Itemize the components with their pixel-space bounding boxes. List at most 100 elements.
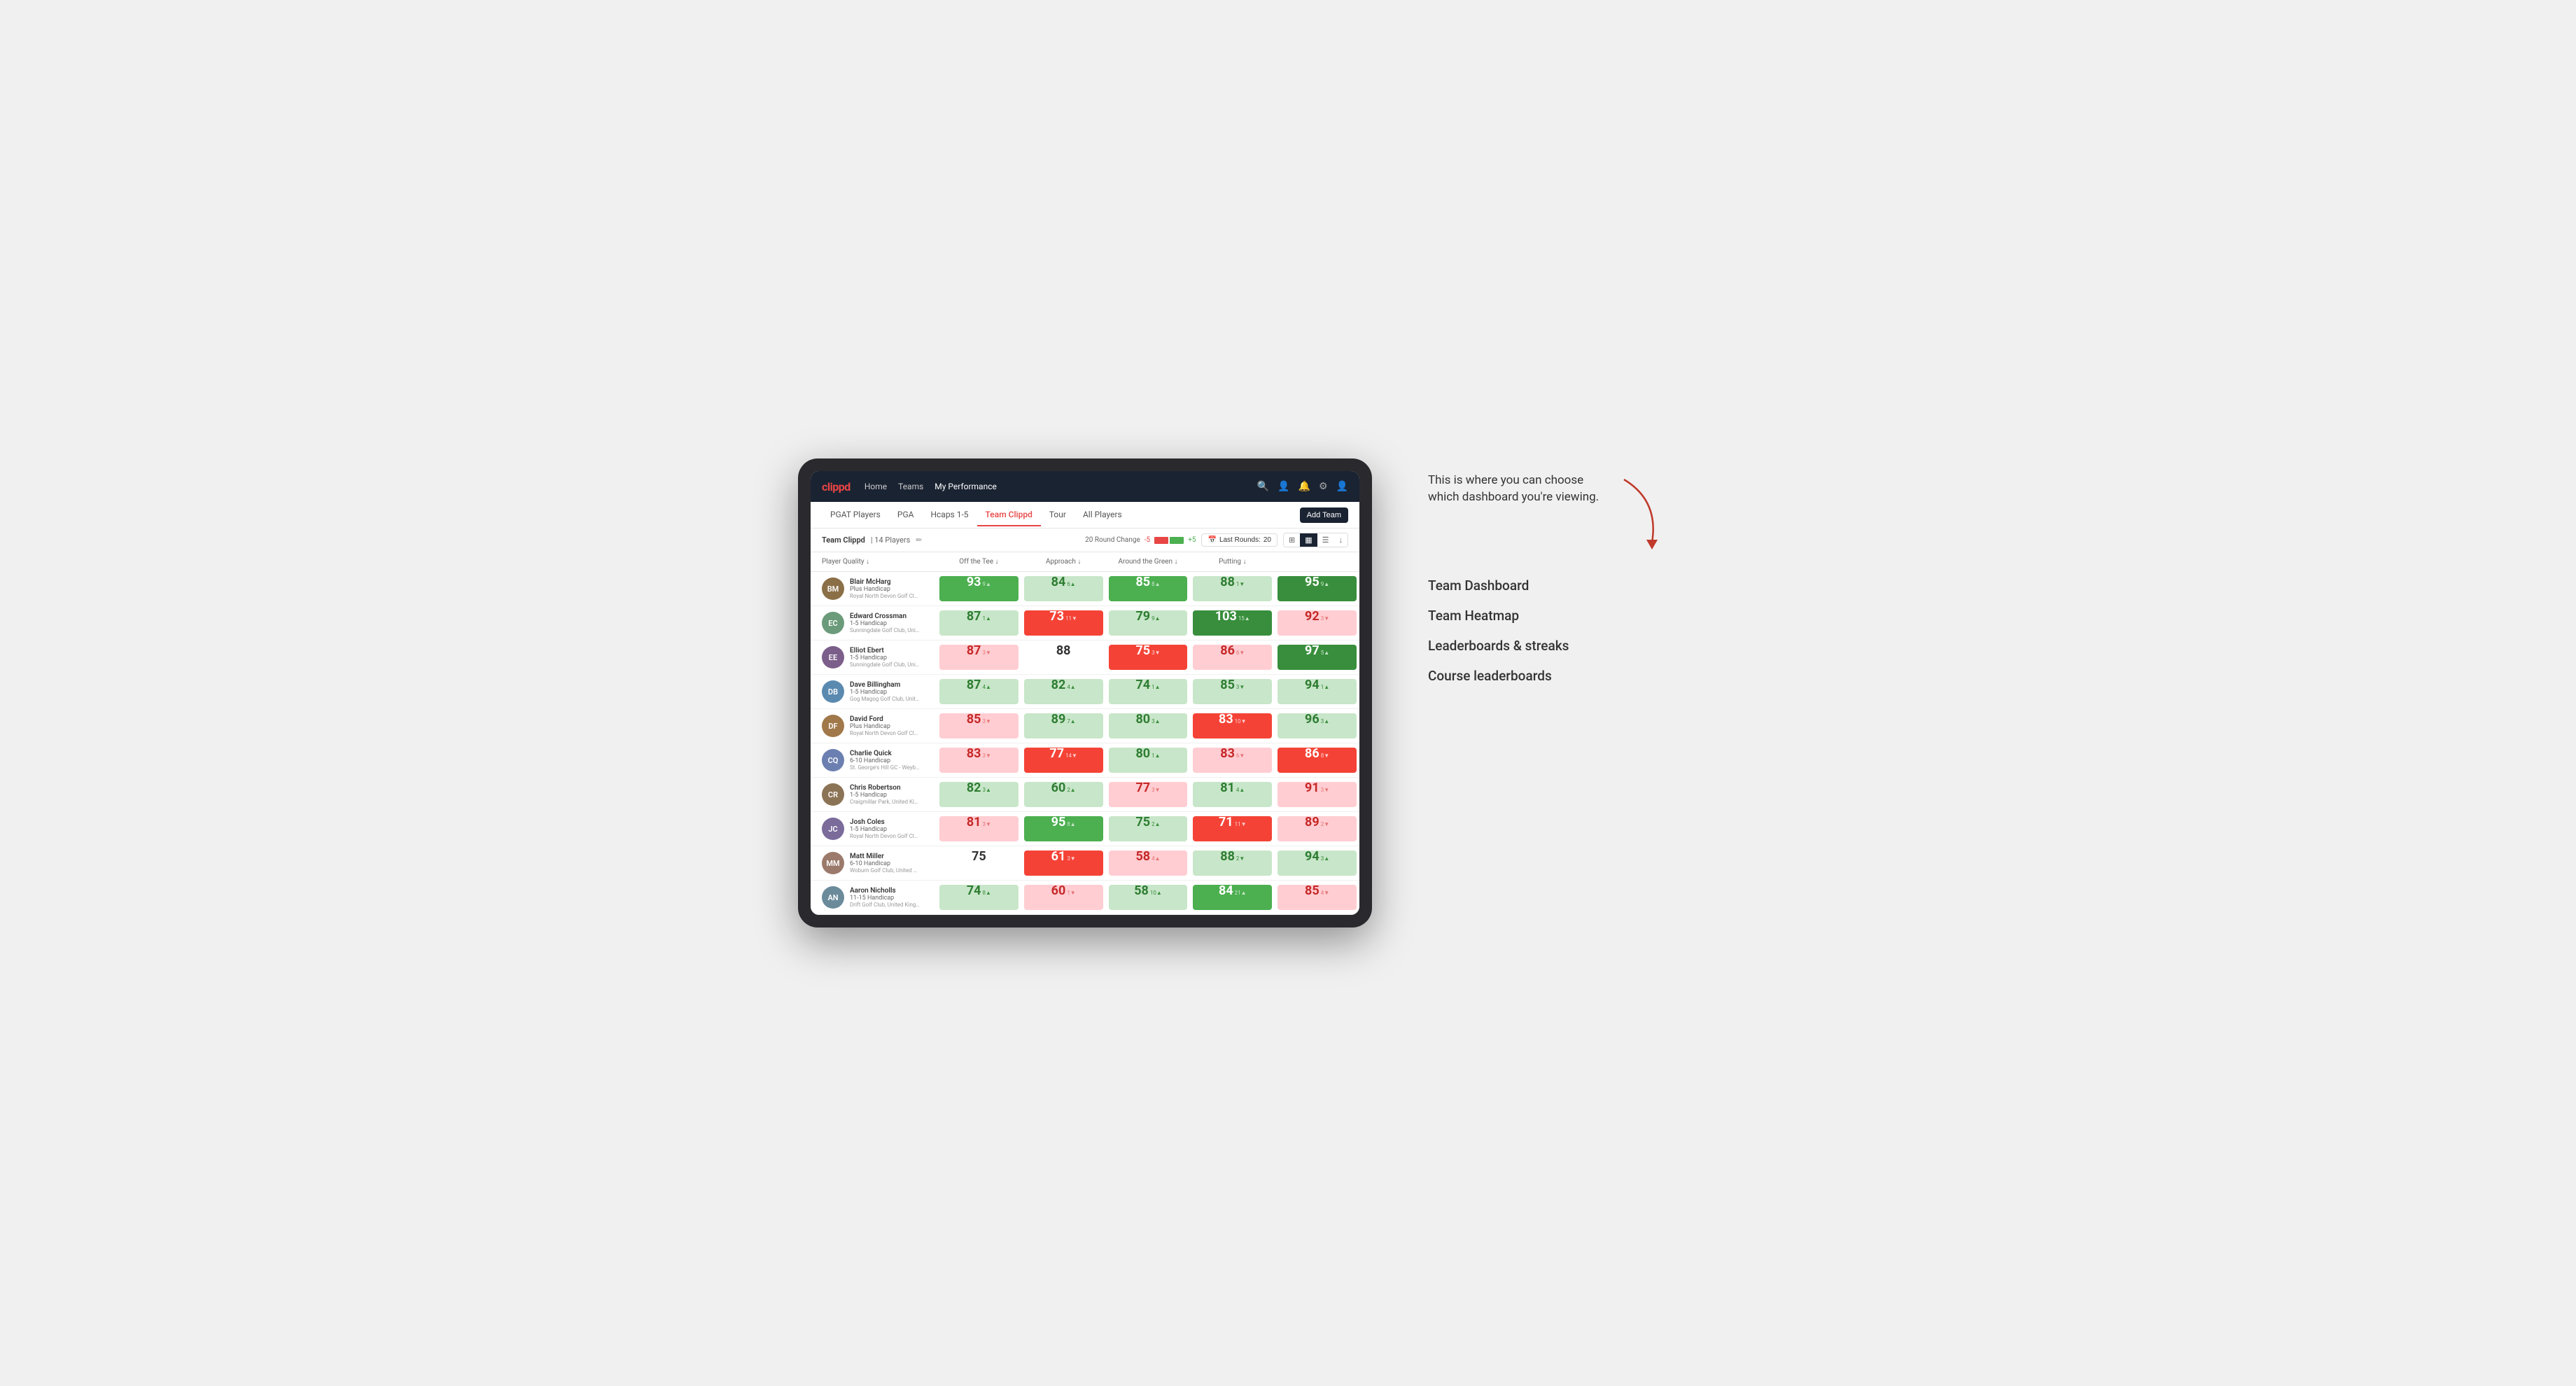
settings-icon[interactable]: ⚙: [1319, 481, 1328, 492]
col-putting[interactable]: Putting ↓: [1190, 555, 1275, 568]
player-club: Royal North Devon Golf Club, United King…: [850, 730, 920, 736]
player-handicap: 1-5 Handicap: [850, 826, 920, 833]
score-change: 3▲: [983, 787, 991, 793]
nav-home[interactable]: Home: [864, 479, 887, 494]
score-change: 3▲: [1321, 718, 1329, 724]
score-main: 85: [1305, 885, 1320, 897]
score-main: 60: [1051, 782, 1066, 794]
player-club: Gog Magog Golf Club, United Kingdom: [850, 696, 920, 702]
score-main: 79: [1135, 610, 1150, 623]
table-row: JCJosh Coles1-5 HandicapRoyal North Devo…: [811, 812, 1359, 846]
player-cell[interactable]: ANAaron Nicholls11-15 HandicapDrift Golf…: [811, 882, 937, 913]
nav-my-performance[interactable]: My Performance: [934, 479, 997, 494]
player-handicap: 6-10 Handicap: [850, 860, 920, 867]
score-main: 93: [967, 576, 981, 589]
score-change: 2▼: [1321, 821, 1329, 827]
player-info: Matt Miller6-10 HandicapWoburn Golf Club…: [850, 853, 920, 874]
sub-nav-pgat[interactable]: PGAT Players: [822, 504, 889, 526]
bell-icon[interactable]: 🔔: [1298, 481, 1310, 492]
player-name: Dave Billingham: [850, 681, 920, 689]
score-cell: 813▼: [937, 812, 1021, 846]
player-club: Royal North Devon Golf Club, United King…: [850, 593, 920, 599]
score-main: 74: [967, 885, 981, 897]
avatar: DF: [822, 715, 844, 737]
player-cell[interactable]: CQCharlie Quick6-10 HandicapSt. George's…: [811, 745, 937, 776]
score-cell: 892▼: [1275, 812, 1359, 846]
option-leaderboards: Leaderboards & streaks: [1428, 638, 1778, 654]
app-logo[interactable]: clippd: [822, 480, 850, 493]
team-header: Team Clippd | 14 Players ✏ 20 Round Chan…: [811, 528, 1359, 552]
score-main: 85: [1135, 576, 1150, 589]
col-off-tee[interactable]: Off the Tee ↓: [937, 555, 1021, 568]
col-approach[interactable]: Approach ↓: [1021, 555, 1106, 568]
score-box: 75: [939, 850, 1018, 876]
player-cell[interactable]: JCJosh Coles1-5 HandicapRoyal North Devo…: [811, 813, 937, 844]
avatar-icon[interactable]: 👤: [1336, 481, 1348, 492]
edit-icon[interactable]: ✏: [916, 536, 922, 545]
score-box: 801▲: [1109, 748, 1188, 773]
tablet-screen: clippd Home Teams My Performance 🔍 👤 🔔 ⚙…: [811, 471, 1359, 915]
table-row: DBDave Billingham1-5 HandicapGog Magog G…: [811, 675, 1359, 709]
sub-nav-tour[interactable]: Tour: [1041, 504, 1074, 526]
avatar: JC: [822, 818, 844, 840]
player-info: Charlie Quick6-10 HandicapSt. George's H…: [850, 750, 920, 771]
score-cell: 871▲: [937, 606, 1021, 640]
player-cell[interactable]: CRChris Robertson1-5 HandicapCraigmillar…: [811, 779, 937, 810]
sub-nav-hcaps[interactable]: Hcaps 1-5: [922, 504, 976, 526]
score-main: 75: [1135, 645, 1150, 657]
player-cell[interactable]: DF David FordPlus HandicapRoyal North Dev…: [811, 710, 937, 741]
score-box: 975▲: [1278, 645, 1357, 670]
user-icon[interactable]: 👤: [1278, 481, 1289, 492]
score-change: 14▼: [1065, 752, 1077, 759]
nav-teams[interactable]: Teams: [898, 479, 923, 494]
sub-nav: PGAT Players PGA Hcaps 1-5 Team Clippd T…: [811, 502, 1359, 528]
score-box: 613▼: [1024, 850, 1103, 876]
download-view-button[interactable]: ↓: [1334, 533, 1348, 547]
score-main: 94: [1305, 850, 1320, 863]
score-change: 4▲: [983, 684, 991, 690]
sub-nav-all-players[interactable]: All Players: [1074, 504, 1130, 526]
player-club: Sunningdale Golf Club, United Kingdom: [850, 627, 920, 634]
player-name: Elliot Ebert: [850, 647, 920, 654]
score-box: 868▼: [1278, 748, 1357, 773]
sub-nav-team-clippd[interactable]: Team Clippd: [977, 504, 1041, 526]
last-rounds-button[interactable]: 📅 Last Rounds: 20: [1201, 533, 1278, 547]
player-cell[interactable]: BMBlair McHargPlus HandicapRoyal North D…: [811, 573, 937, 604]
player-handicap: 1-5 Handicap: [850, 654, 920, 662]
score-change: 9▲: [1321, 581, 1329, 587]
score-main: 73: [1049, 610, 1064, 623]
score-main: 91: [1305, 782, 1320, 794]
grid-view-button[interactable]: ⊞: [1284, 533, 1300, 547]
score-change: 2▼: [1236, 855, 1245, 862]
score-change: 3▼: [1152, 787, 1160, 793]
table-row: CQCharlie Quick6-10 HandicapSt. George's…: [811, 743, 1359, 778]
score-change: 1▲: [1321, 684, 1329, 690]
score-cell: 814▲: [1190, 778, 1275, 811]
player-info: David FordPlus HandicapRoyal North Devon…: [850, 715, 920, 736]
search-icon[interactable]: 🔍: [1257, 481, 1269, 492]
team-count: | 14 Players: [871, 536, 910, 545]
round-change: 20 Round Change -5 +5: [1085, 536, 1196, 544]
player-info: Edward Crossman1-5 HandicapSunningdale G…: [850, 612, 920, 634]
col-around-green[interactable]: Around the Green ↓: [1106, 555, 1191, 568]
player-cell[interactable]: MMMatt Miller6-10 HandicapWoburn Golf Cl…: [811, 848, 937, 878]
list-view-button[interactable]: ☰: [1317, 533, 1334, 547]
score-main: 94: [1305, 679, 1320, 692]
score-box: 748▲: [939, 885, 1018, 910]
sub-nav-pga[interactable]: PGA: [889, 504, 923, 526]
score-main: 86: [1220, 645, 1235, 657]
add-team-button[interactable]: Add Team: [1300, 507, 1348, 523]
heatmap-view-button[interactable]: ▦: [1300, 533, 1317, 547]
player-cell[interactable]: EEElliot Ebert1-5 HandicapSunningdale Go…: [811, 642, 937, 673]
score-main: 87: [967, 679, 981, 692]
score-change: 1▲: [1152, 684, 1160, 690]
score-change: 3▲: [1152, 718, 1160, 724]
table-body: BMBlair McHargPlus HandicapRoyal North D…: [811, 572, 1359, 915]
player-cell[interactable]: DBDave Billingham1-5 HandicapGog Magog G…: [811, 676, 937, 707]
score-change: 15▲: [1238, 615, 1250, 622]
player-cell[interactable]: ECEdward Crossman1-5 HandicapSunningdale…: [811, 608, 937, 638]
score-change: 11▼: [1065, 615, 1077, 622]
score-change: 8▲: [1152, 581, 1160, 587]
score-box: 943▲: [1278, 850, 1357, 876]
col-player-quality[interactable]: Player Quality ↓: [811, 555, 937, 568]
